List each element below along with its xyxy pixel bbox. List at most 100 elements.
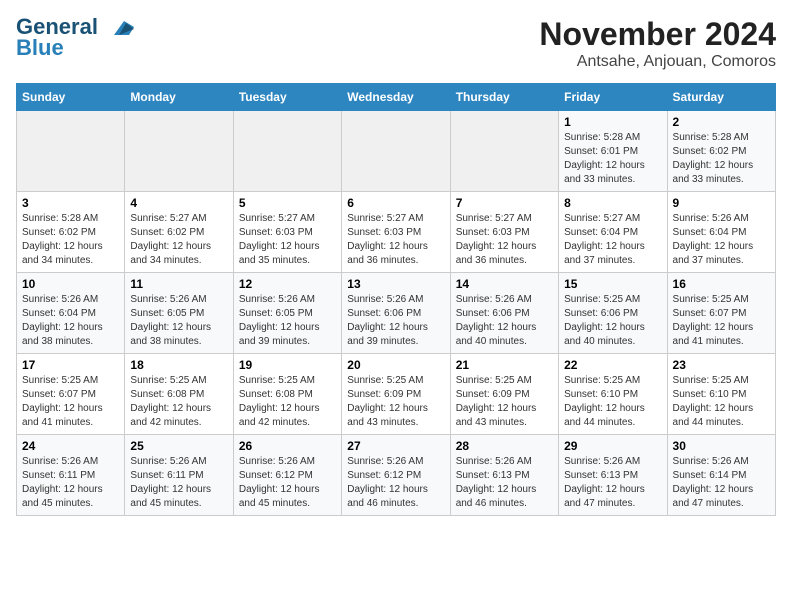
day-number: 3 [22, 196, 119, 210]
day-info: Sunrise: 5:28 AMSunset: 6:02 PMDaylight:… [22, 212, 119, 268]
day-number: 11 [130, 277, 227, 291]
day-number: 7 [456, 196, 553, 210]
day-number: 12 [239, 277, 336, 291]
calendar-cell [342, 111, 450, 192]
calendar-week-row: 17 Sunrise: 5:25 AMSunset: 6:07 PMDayligh… [17, 354, 776, 435]
calendar-week-row: 1 Sunrise: 5:28 AMSunset: 6:01 PMDaylight… [17, 111, 776, 192]
day-number: 22 [564, 358, 661, 372]
day-info: Sunrise: 5:25 AMSunset: 6:09 PMDaylight:… [456, 374, 553, 430]
calendar-cell: 25Sunrise: 5:26 AMSunset: 6:11 PMDayligh… [125, 435, 233, 516]
calendar-cell: 18 Sunrise: 5:25 AMSunset: 6:08 PMDayligh… [125, 354, 233, 435]
day-number: 14 [456, 277, 553, 291]
day-info: Sunrise: 5:26 AMSunset: 6:11 PMDaylight:… [22, 455, 119, 511]
calendar-cell: 4Sunrise: 5:27 AMSunset: 6:02 PMDaylight… [125, 192, 233, 273]
day-info: Sunrise: 5:26 AMSunset: 6:12 PMDaylight:… [239, 455, 336, 511]
logo: General Blue [16, 16, 134, 61]
day-number: 20 [347, 358, 444, 372]
calendar-header-cell: Friday [559, 84, 667, 111]
day-info: Sunrise: 5:26 AMSunset: 6:05 PMDaylight:… [130, 293, 227, 349]
calendar-cell: 7Sunrise: 5:27 AMSunset: 6:03 PMDaylight… [450, 192, 558, 273]
day-number: 19 [239, 358, 336, 372]
day-number: 10 [22, 277, 119, 291]
calendar-cell: 12 Sunrise: 5:26 AMSunset: 6:05 PMDayligh… [233, 273, 341, 354]
day-info: Sunrise: 5:28 AMSunset: 6:01 PMDaylight:… [564, 131, 661, 187]
calendar-cell: 10 Sunrise: 5:26 AMSunset: 6:04 PMDayligh… [17, 273, 125, 354]
day-number: 27 [347, 439, 444, 453]
calendar-header-row: SundayMondayTuesdayWednesdayThursdayFrid… [17, 84, 776, 111]
day-info: Sunrise: 5:25 AMSunset: 6:09 PMDaylight:… [347, 374, 444, 430]
calendar-week-row: 24 Sunrise: 5:26 AMSunset: 6:11 PMDayligh… [17, 435, 776, 516]
calendar-cell: 21Sunrise: 5:25 AMSunset: 6:09 PMDayligh… [450, 354, 558, 435]
day-info: Sunrise: 5:25 AMSunset: 6:08 PMDaylight:… [130, 374, 227, 430]
calendar-cell: 27 Sunrise: 5:26 AMSunset: 6:12 PMDayligh… [342, 435, 450, 516]
day-number: 30 [673, 439, 770, 453]
calendar-header-cell: Wednesday [342, 84, 450, 111]
location-subtitle: Antsahe, Anjouan, Comoros [539, 53, 776, 71]
calendar-cell: 3 Sunrise: 5:28 AMSunset: 6:02 PMDaylight… [17, 192, 125, 273]
day-info: Sunrise: 5:26 AMSunset: 6:14 PMDaylight:… [673, 455, 770, 511]
calendar-cell [450, 111, 558, 192]
calendar-cell [17, 111, 125, 192]
day-number: 5 [239, 196, 336, 210]
day-number: 29 [564, 439, 661, 453]
day-info: Sunrise: 5:26 AMSunset: 6:04 PMDaylight:… [673, 212, 770, 268]
day-info: Sunrise: 5:26 AMSunset: 6:13 PMDaylight:… [564, 455, 661, 511]
day-number: 1 [564, 115, 661, 129]
calendar-cell: 9 Sunrise: 5:26 AMSunset: 6:04 PMDaylight… [667, 192, 775, 273]
calendar-cell: 20 Sunrise: 5:25 AMSunset: 6:09 PMDayligh… [342, 354, 450, 435]
calendar-cell: 8 Sunrise: 5:27 AMSunset: 6:04 PMDaylight… [559, 192, 667, 273]
calendar-cell [233, 111, 341, 192]
calendar-cell: 26 Sunrise: 5:26 AMSunset: 6:12 PMDayligh… [233, 435, 341, 516]
day-info: Sunrise: 5:25 AMSunset: 6:06 PMDaylight:… [564, 293, 661, 349]
calendar-cell: 14 Sunrise: 5:26 AMSunset: 6:06 PMDayligh… [450, 273, 558, 354]
day-number: 9 [673, 196, 770, 210]
day-info: Sunrise: 5:26 AMSunset: 6:06 PMDaylight:… [456, 293, 553, 349]
calendar-header-cell: Thursday [450, 84, 558, 111]
calendar-cell: 13 Sunrise: 5:26 AMSunset: 6:06 PMDayligh… [342, 273, 450, 354]
calendar-week-row: 3 Sunrise: 5:28 AMSunset: 6:02 PMDaylight… [17, 192, 776, 273]
day-info: Sunrise: 5:27 AMSunset: 6:04 PMDaylight:… [564, 212, 661, 268]
day-info: Sunrise: 5:25 AMSunset: 6:07 PMDaylight:… [673, 293, 770, 349]
day-number: 4 [130, 196, 227, 210]
day-number: 18 [130, 358, 227, 372]
month-title: November 2024 [539, 16, 776, 53]
calendar-cell: 5 Sunrise: 5:27 AMSunset: 6:03 PMDaylight… [233, 192, 341, 273]
calendar-cell: 30 Sunrise: 5:26 AMSunset: 6:14 PMDayligh… [667, 435, 775, 516]
day-info: Sunrise: 5:25 AMSunset: 6:08 PMDaylight:… [239, 374, 336, 430]
title-area: November 2024 Antsahe, Anjouan, Comoros [539, 16, 776, 71]
calendar-header-cell: Tuesday [233, 84, 341, 111]
day-number: 8 [564, 196, 661, 210]
day-info: Sunrise: 5:27 AMSunset: 6:03 PMDaylight:… [239, 212, 336, 268]
day-info: Sunrise: 5:25 AMSunset: 6:10 PMDaylight:… [673, 374, 770, 430]
day-info: Sunrise: 5:26 AMSunset: 6:05 PMDaylight:… [239, 293, 336, 349]
day-info: Sunrise: 5:26 AMSunset: 6:12 PMDaylight:… [347, 455, 444, 511]
day-info: Sunrise: 5:26 AMSunset: 6:06 PMDaylight:… [347, 293, 444, 349]
calendar-week-row: 10 Sunrise: 5:26 AMSunset: 6:04 PMDayligh… [17, 273, 776, 354]
day-number: 2 [673, 115, 770, 129]
calendar-cell: 22 Sunrise: 5:25 AMSunset: 6:10 PMDayligh… [559, 354, 667, 435]
day-number: 13 [347, 277, 444, 291]
calendar-cell: 28 Sunrise: 5:26 AMSunset: 6:13 PMDayligh… [450, 435, 558, 516]
day-number: 17 [22, 358, 119, 372]
logo-blue: Blue [16, 35, 64, 61]
calendar-cell: 29 Sunrise: 5:26 AMSunset: 6:13 PMDayligh… [559, 435, 667, 516]
calendar-cell: 11 Sunrise: 5:26 AMSunset: 6:05 PMDayligh… [125, 273, 233, 354]
day-number: 15 [564, 277, 661, 291]
day-number: 28 [456, 439, 553, 453]
calendar-cell: 6Sunrise: 5:27 AMSunset: 6:03 PMDaylight… [342, 192, 450, 273]
day-number: 6 [347, 196, 444, 210]
calendar-header-cell: Saturday [667, 84, 775, 111]
day-info: Sunrise: 5:25 AMSunset: 6:07 PMDaylight:… [22, 374, 119, 430]
calendar-cell: 24 Sunrise: 5:26 AMSunset: 6:11 PMDayligh… [17, 435, 125, 516]
day-info: Sunrise: 5:25 AMSunset: 6:10 PMDaylight:… [564, 374, 661, 430]
day-number: 26 [239, 439, 336, 453]
calendar-cell: 16Sunrise: 5:25 AMSunset: 6:07 PMDayligh… [667, 273, 775, 354]
day-info: Sunrise: 5:26 AMSunset: 6:04 PMDaylight:… [22, 293, 119, 349]
day-number: 25 [130, 439, 227, 453]
calendar-table: SundayMondayTuesdayWednesdayThursdayFrid… [16, 83, 776, 516]
day-number: 24 [22, 439, 119, 453]
day-info: Sunrise: 5:26 AMSunset: 6:13 PMDaylight:… [456, 455, 553, 511]
day-info: Sunrise: 5:28 AMSunset: 6:02 PMDaylight:… [673, 131, 770, 187]
calendar-body: 1 Sunrise: 5:28 AMSunset: 6:01 PMDaylight… [17, 111, 776, 516]
calendar-cell: 17 Sunrise: 5:25 AMSunset: 6:07 PMDayligh… [17, 354, 125, 435]
